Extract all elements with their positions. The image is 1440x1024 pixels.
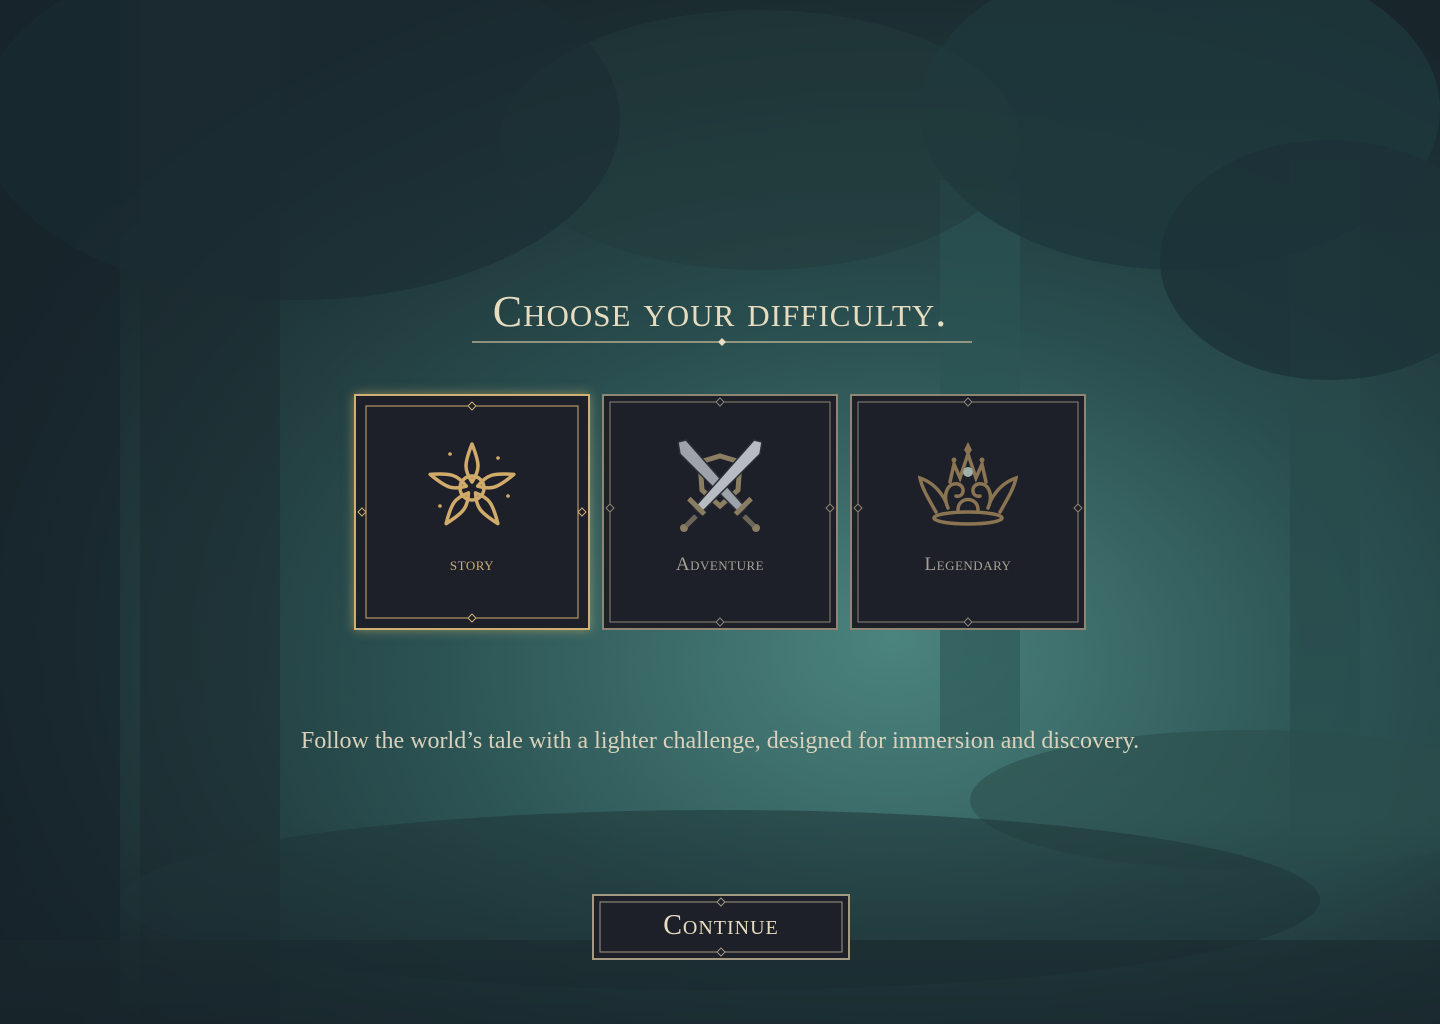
screen-title: Choose your difficulty. — [492, 287, 948, 336]
difficulty-card-story[interactable]: story — [354, 394, 590, 630]
star-flower-icon — [428, 442, 516, 526]
difficulty-label-adventure: Adventure — [675, 554, 765, 575]
title-divider — [472, 338, 972, 346]
difficulty-card-legendary[interactable]: Legendary — [850, 394, 1086, 630]
difficulty-card-adventure[interactable]: Adventure — [602, 394, 838, 630]
difficulty-label-story: story — [449, 554, 495, 575]
continue-button[interactable]: Continue — [592, 894, 850, 960]
crown-icon — [918, 442, 1018, 526]
difficulty-label-legendary: Legendary — [924, 554, 1012, 575]
difficulty-description: Follow the world’s tale with a lighter c… — [300, 728, 1140, 754]
continue-label: Continue — [663, 910, 779, 941]
crossed-swords-icon — [677, 439, 763, 532]
